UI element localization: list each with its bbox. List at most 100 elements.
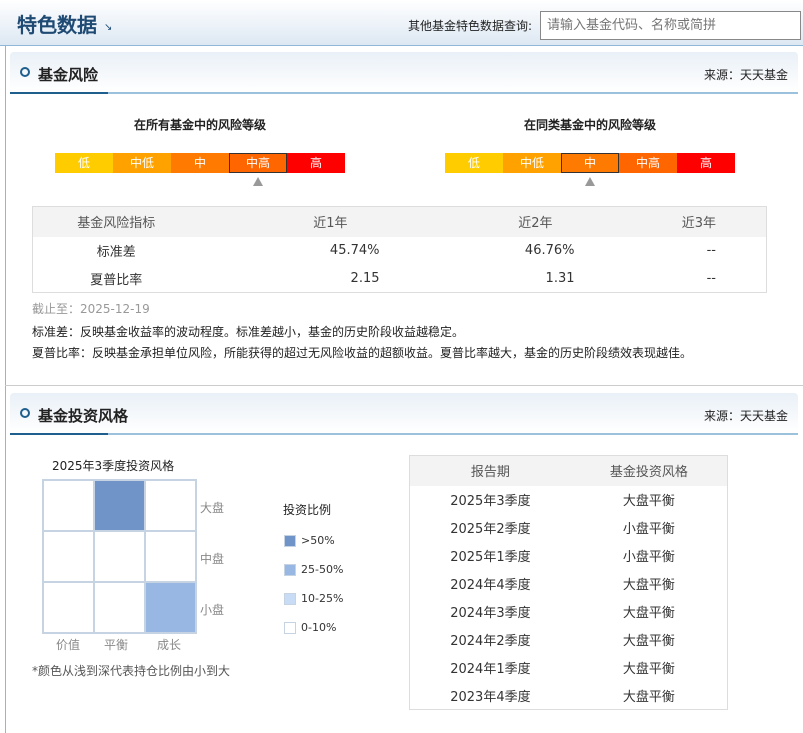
risk-level-3: 中高 xyxy=(229,153,287,173)
fund-search-input[interactable] xyxy=(540,11,801,40)
style-cell xyxy=(145,531,196,582)
style-cell-text: 小盘平衡 xyxy=(622,522,675,537)
style-cell-text: 小盘平衡 xyxy=(622,550,675,565)
risk-level-0: 低 xyxy=(445,153,503,173)
source-label: 来源：天天基金 xyxy=(703,68,788,82)
risk-level-4: 高 xyxy=(287,153,345,173)
legend-swatch xyxy=(284,564,296,576)
gauge-title: 在同类基金中的风险等级 xyxy=(523,118,656,132)
table-header: 基金风险指标 xyxy=(32,206,200,237)
legend-label: 10-25% xyxy=(301,592,344,605)
style-box-grid xyxy=(42,479,197,634)
circle-icon xyxy=(20,408,30,418)
col-label: 价值 xyxy=(56,638,81,652)
legend-label: 0-10% xyxy=(301,621,337,634)
as-of-date: 截止至：2025-12-19 xyxy=(32,302,150,316)
risk-level-gauge: 低中低中中高高 xyxy=(445,153,735,173)
legend-swatch xyxy=(284,593,296,605)
style-cell xyxy=(94,480,145,531)
table-row: 2025年1季度 小盘平衡 xyxy=(410,542,728,570)
period-cell: 2024年3季度 xyxy=(450,606,531,621)
risk-section-header: 基金风险 来源：天天基金 xyxy=(10,52,798,94)
style-cell xyxy=(145,480,196,531)
style-cell xyxy=(145,582,196,633)
style-section-header: 基金投资风格 来源：天天基金 xyxy=(10,393,798,435)
period-cell: 2024年4季度 xyxy=(450,578,531,593)
cell: -- xyxy=(706,270,716,286)
col-label: 成长 xyxy=(157,638,182,652)
period-cell: 2024年1季度 xyxy=(450,662,531,677)
style-cell-text: 大盘平衡 xyxy=(622,606,675,621)
style-cell xyxy=(43,582,94,633)
table-header: 近3年 xyxy=(574,206,767,237)
cell: 1.31 xyxy=(545,270,575,286)
circle-icon xyxy=(20,67,30,77)
legend-label: 25-50% xyxy=(301,563,344,576)
risk-level-4: 高 xyxy=(677,153,735,173)
table-row: 2025年3季度 大盘平衡 xyxy=(410,486,728,514)
cell: -- xyxy=(706,243,716,258)
risk-level-gauge: 低中低中中高高 xyxy=(55,153,345,173)
table-header: 近1年 xyxy=(199,206,380,237)
legend-swatch xyxy=(284,535,296,547)
cell: 46.76% xyxy=(524,243,575,258)
section-title: 基金风险 xyxy=(38,66,99,84)
risk-level-3: 中高 xyxy=(619,153,677,173)
risk-level-2: 中 xyxy=(561,153,619,173)
style-cell-text: 大盘平衡 xyxy=(622,578,675,593)
source-label: 来源：天天基金 xyxy=(703,409,788,423)
table-row: 标准差 45.74% 46.76% -- xyxy=(33,237,767,265)
cell: 45.74% xyxy=(329,243,380,258)
table-header: 近2年 xyxy=(379,206,575,237)
cell: 夏普比率 xyxy=(90,272,143,288)
level-indicator-icon xyxy=(253,177,263,186)
cell: 2.15 xyxy=(350,270,380,286)
row-label: 中盘 xyxy=(200,552,225,566)
period-cell: 2025年2季度 xyxy=(450,522,531,537)
legend-label: >50% xyxy=(301,534,335,547)
period-cell: 2025年3季度 xyxy=(450,494,531,509)
style-cell-text: 大盘平衡 xyxy=(622,662,675,677)
period-cell: 2025年1季度 xyxy=(450,550,531,565)
cell: 标准差 xyxy=(96,245,136,260)
style-box-title: 2025年3季度投资风格 xyxy=(52,459,175,473)
table-row: 2023年4季度 大盘平衡 xyxy=(410,682,728,710)
table-header: 报告期 xyxy=(409,455,571,486)
style-history-table: 报告期 基金投资风格 2025年3季度 大盘平衡 2025年2季度 小盘平衡 2025年1… xyxy=(409,455,728,710)
style-cell xyxy=(94,582,145,633)
risk-level-1: 中低 xyxy=(113,153,171,173)
expand-arrow-icon[interactable]: ↘ xyxy=(104,22,112,33)
footnote: *颜色从浅到深代表持仓比例由小到大 xyxy=(32,664,231,678)
row-label: 大盘 xyxy=(200,501,225,515)
legend-swatch xyxy=(284,622,296,634)
table-row: 夏普比率 2.15 1.31 -- xyxy=(33,265,767,293)
section-title: 基金投资风格 xyxy=(38,407,129,425)
table-row: 2024年1季度 大盘平衡 xyxy=(410,654,728,682)
style-cell-text: 大盘平衡 xyxy=(622,494,675,509)
col-label: 平衡 xyxy=(104,638,129,652)
table-row: 2024年4季度 大盘平衡 xyxy=(410,570,728,598)
level-indicator-icon xyxy=(585,177,595,186)
style-cell xyxy=(94,531,145,582)
note-sharpe: 夏普比率：反映基金承担单位风险，所能获得的超过无风险收益的超额收益。夏普比率越大… xyxy=(32,346,693,360)
style-cell-text: 大盘平衡 xyxy=(622,634,675,649)
risk-metrics-table: 基金风险指标 近1年 近2年 近3年 标准差 45.74% 46.76% -- 夏普比… xyxy=(32,206,767,293)
risk-level-0: 低 xyxy=(55,153,113,173)
risk-level-2: 中 xyxy=(171,153,229,173)
table-row: 2024年3季度 大盘平衡 xyxy=(410,598,728,626)
divider xyxy=(5,385,803,386)
gauge-title: 在所有基金中的风险等级 xyxy=(133,118,266,132)
note-std: 标准差：反映基金收益率的波动程度。标准差越小，基金的历史阶段收益越稳定。 xyxy=(32,325,465,339)
table-header: 基金投资风格 xyxy=(570,455,728,486)
style-cell xyxy=(43,531,94,582)
period-cell: 2024年2季度 xyxy=(450,634,531,649)
risk-level-1: 中低 xyxy=(503,153,561,173)
row-label: 小盘 xyxy=(200,603,225,617)
style-cell xyxy=(43,480,94,531)
legend-title: 投资比例 xyxy=(283,503,332,517)
style-cell-text: 大盘平衡 xyxy=(622,689,675,705)
table-row: 2025年2季度 小盘平衡 xyxy=(410,514,728,542)
page-title: 特色数据 xyxy=(17,13,97,37)
period-cell: 2023年4季度 xyxy=(450,689,531,705)
search-label: 其他基金特色数据查询: xyxy=(408,19,533,33)
